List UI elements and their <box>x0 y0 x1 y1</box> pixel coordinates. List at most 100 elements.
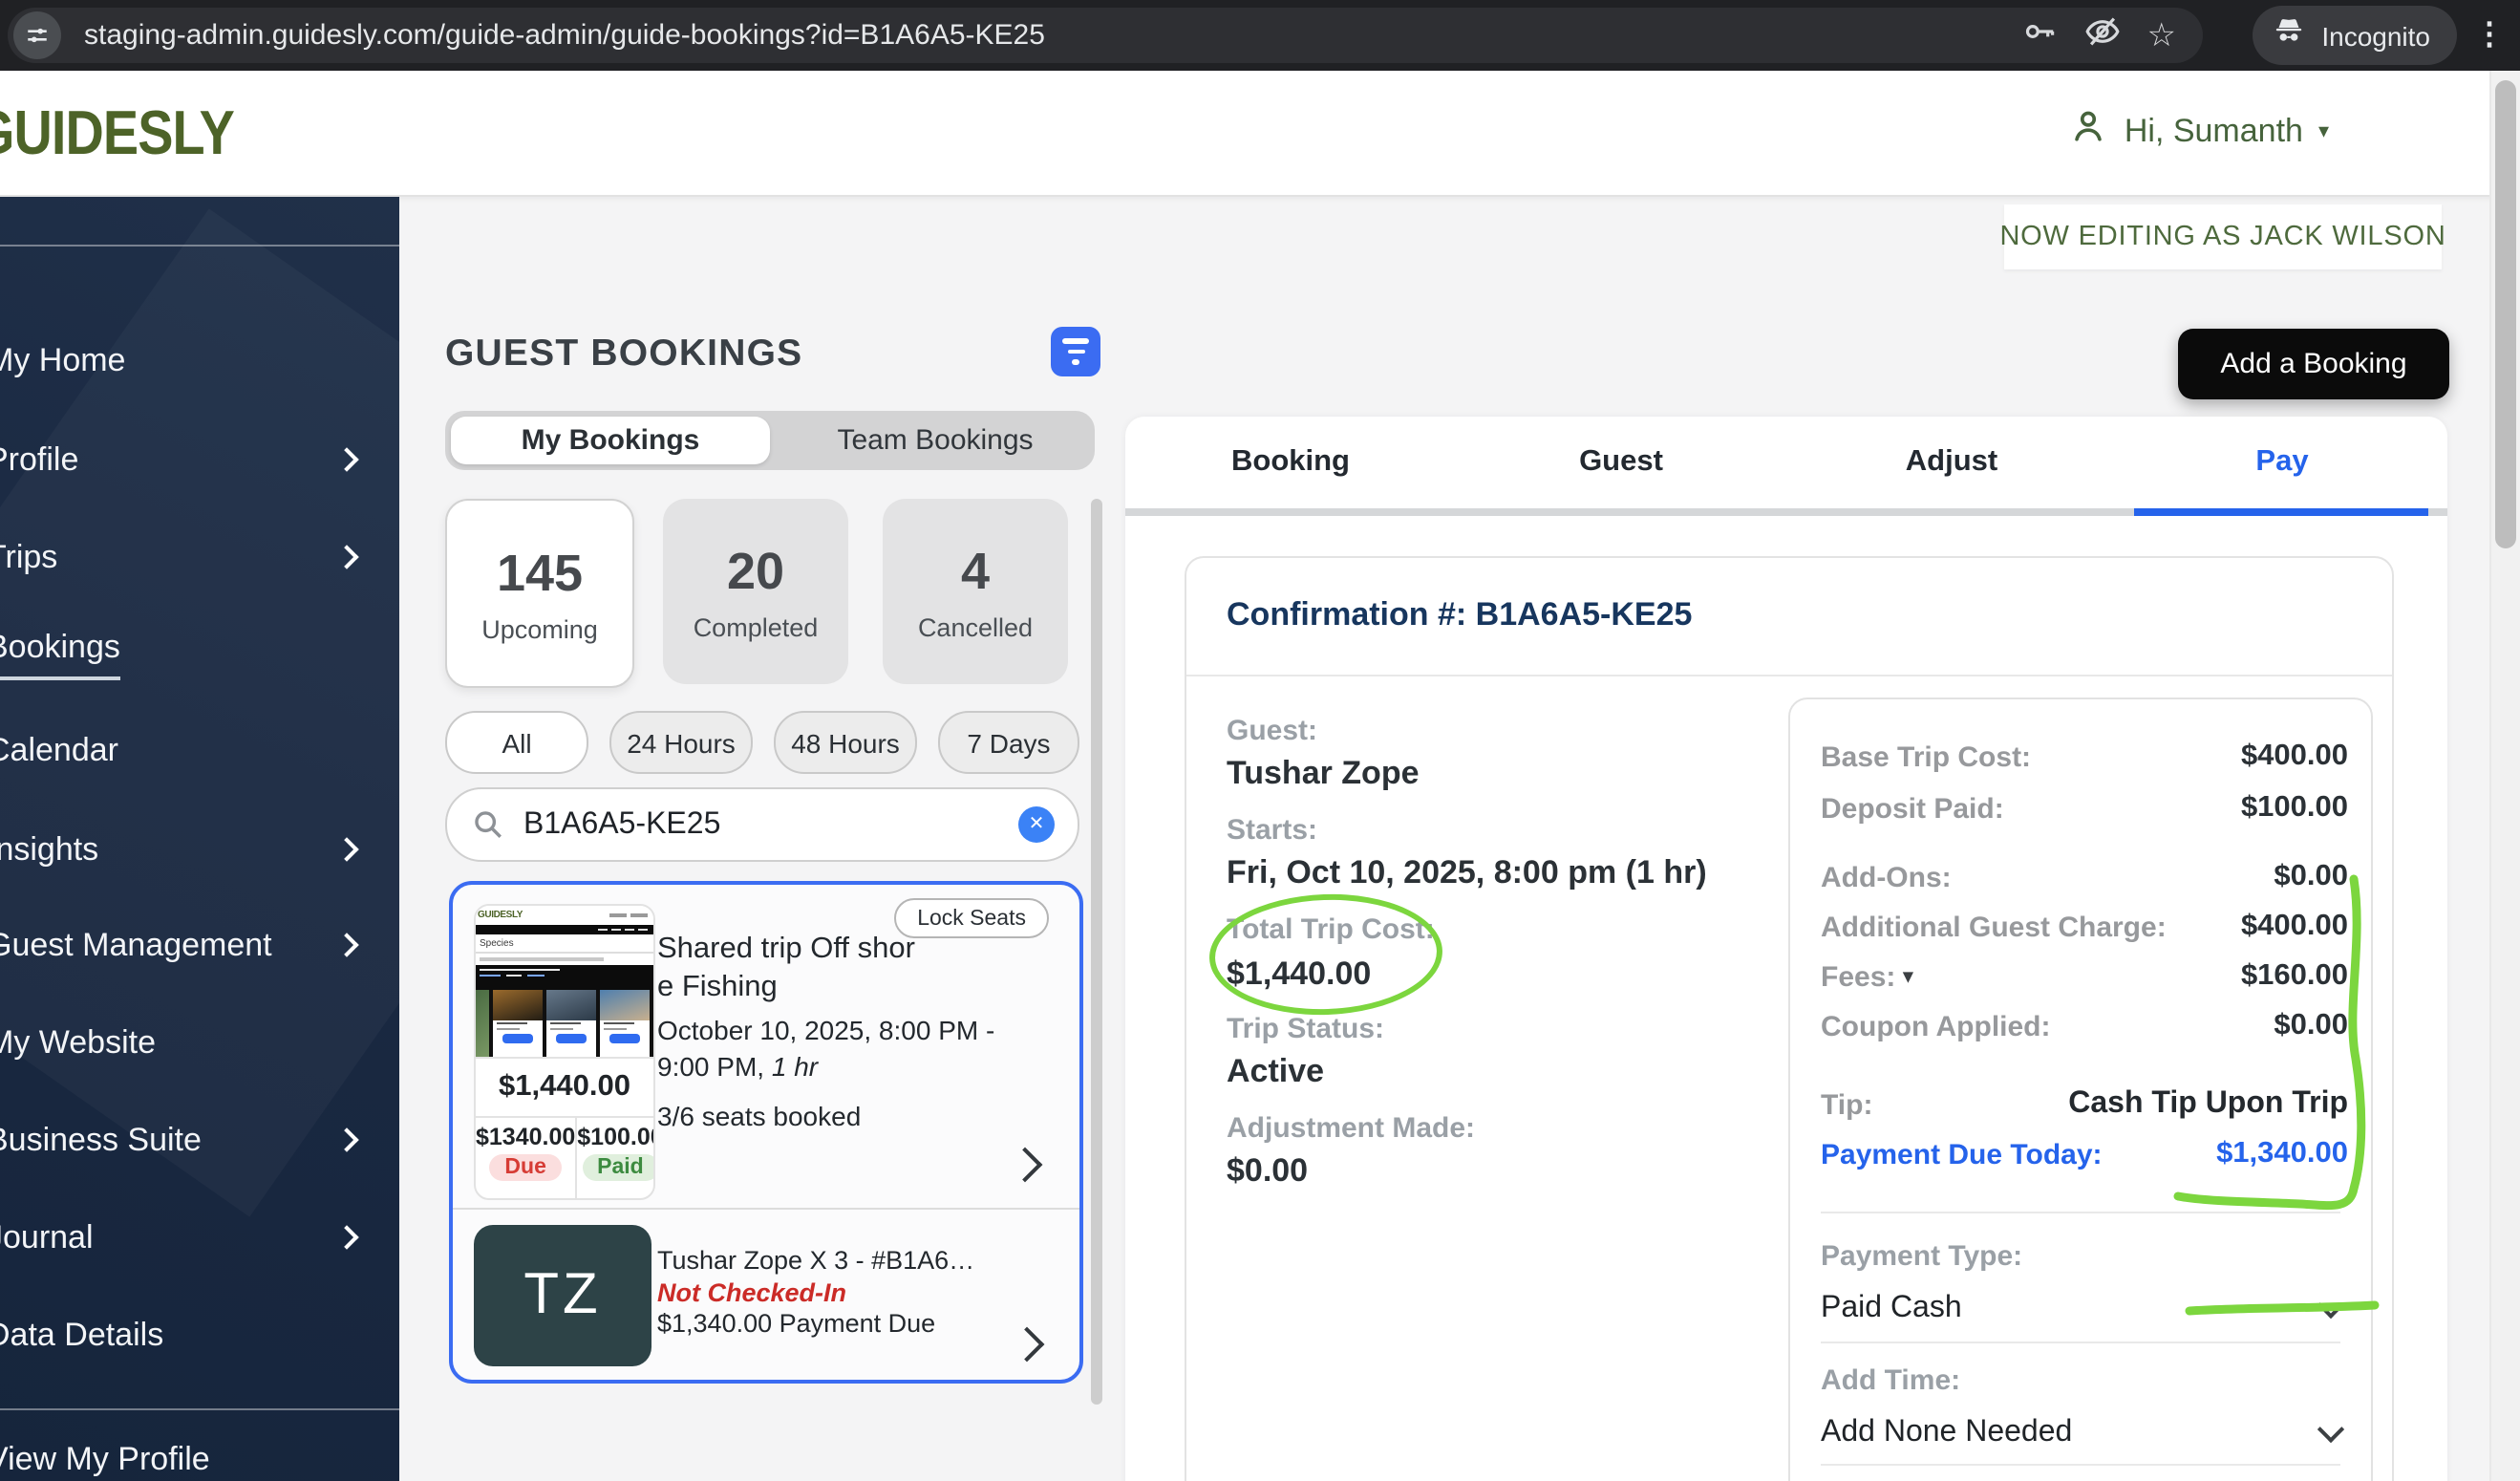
page-url[interactable]: staging-admin.guidesly.com/guide-admin/g… <box>84 19 2021 52</box>
adjustment-made-value: $0.00 <box>1227 1152 1309 1189</box>
divider <box>1186 675 2392 676</box>
stat-value: 145 <box>496 544 584 601</box>
due-status-badge: Due <box>489 1154 562 1181</box>
chevron-right-icon <box>334 545 359 569</box>
sidebar-nav: My Home Profile Trips Bookings Calendar … <box>0 197 399 1481</box>
trip-media-column: GUIDESLY Species $1,440.00 $1340.00 Due <box>474 904 655 1200</box>
payment-due-today-row: Payment Due Today: $1,340.00 <box>1821 1135 2348 1173</box>
filter-pill-all[interactable]: All <box>445 711 588 774</box>
app-header: GUIDESLY Hi, Sumanth ▾ <box>0 71 2520 197</box>
stat-card-upcoming[interactable]: 145 Upcoming <box>445 499 634 688</box>
add-ons-row: Add-Ons: $0.00 <box>1821 860 2348 893</box>
tab-booking[interactable]: Booking <box>1125 417 1456 508</box>
tab-pay[interactable]: Pay <box>2117 417 2447 508</box>
chevron-down-icon[interactable] <box>2317 1415 2345 1444</box>
tab-my-bookings[interactable]: My Bookings <box>451 417 770 464</box>
booking-card[interactable]: Lock Seats GUIDESLY Species $1,440.00 $1… <box>449 881 1083 1384</box>
active-tab-indicator <box>2134 508 2428 516</box>
sidebar-item-my-home[interactable]: My Home <box>0 338 399 384</box>
guest-label: Guest: <box>1227 715 1318 747</box>
trip-title-line1: Shared trip Off shor <box>657 933 915 965</box>
chevron-right-icon <box>334 837 359 862</box>
user-menu[interactable]: Hi, Sumanth ▾ <box>2067 105 2329 157</box>
sidebar-item-view-my-profile[interactable]: View My Profile <box>0 1437 399 1481</box>
editing-banner: NOW EDITING AS JACK WILSON <box>1999 204 2445 269</box>
sidebar-item-insights[interactable]: Insights <box>0 827 399 873</box>
add-time-select[interactable]: Add None Needed <box>1821 1416 2072 1450</box>
stat-label: Cancelled <box>917 612 1034 641</box>
seats-booked: 3/6 seats booked <box>657 1101 862 1131</box>
sidebar-item-guest-management[interactable]: Guest Management <box>0 923 399 969</box>
bookings-view-toggle: My Bookings Team Bookings <box>445 411 1095 470</box>
divider <box>1821 1212 2340 1213</box>
chevron-right-icon[interactable] <box>1007 1147 1043 1183</box>
filter-button[interactable] <box>1051 327 1100 376</box>
guest-value: Tushar Zope <box>1227 755 1420 791</box>
thumb-heading: Species <box>476 934 653 954</box>
thumb-brand: GUIDESLY <box>478 910 523 921</box>
sidebar-item-my-website[interactable]: My Website <box>0 1020 399 1066</box>
filter-pill-7-days[interactable]: 7 Days <box>938 711 1079 774</box>
incognito-label: Incognito <box>2321 20 2430 51</box>
booking-detail-panel: Booking Guest Adjust Pay Confirmation #:… <box>1125 417 2447 1481</box>
bookmark-star-icon[interactable]: ☆ <box>2147 19 2177 52</box>
incognito-icon <box>2272 13 2306 57</box>
chevron-right-icon <box>334 1225 359 1250</box>
sidebar-divider <box>0 245 399 247</box>
fees-caret-icon[interactable]: ▾ <box>1903 966 1912 987</box>
list-scrollbar[interactable] <box>1091 499 1102 1405</box>
browser-chrome: staging-admin.guidesly.com/guide-admin/g… <box>0 0 2520 71</box>
trip-info: Shared trip Off shor e Fishing October 1… <box>657 931 1049 1135</box>
sidebar-item-calendar[interactable]: Calendar <box>0 728 399 774</box>
tip-row: Tip: Cash Tip Upon Trip <box>1821 1085 2348 1124</box>
url-bar[interactable]: staging-admin.guidesly.com/guide-admin/g… <box>8 8 2203 63</box>
tab-guest[interactable]: Guest <box>1456 417 1786 508</box>
sidebar-item-journal[interactable]: Journal <box>0 1215 399 1261</box>
site-settings-icon[interactable] <box>13 11 61 59</box>
clear-search-icon[interactable]: ✕ <box>1018 806 1055 843</box>
guest-row[interactable]: TZ Tushar Zope X 3 - #B1A6… Not Checked-… <box>474 1225 1060 1370</box>
editing-banner-text: NOW EDITING AS JACK WILSON <box>1999 222 2446 252</box>
tab-team-bookings[interactable]: Team Bookings <box>776 424 1095 457</box>
password-key-icon[interactable] <box>2021 12 2058 58</box>
chevron-right-icon[interactable] <box>1009 1326 1045 1363</box>
search-box: ✕ <box>445 787 1079 862</box>
sidebar-item-profile[interactable]: Profile <box>0 438 399 483</box>
brand-logo[interactable]: GUIDESLY <box>0 97 235 170</box>
stat-value: 4 <box>960 542 991 599</box>
card-divider <box>453 1208 1079 1210</box>
stat-card-completed[interactable]: 20 Completed <box>663 499 848 684</box>
add-booking-button[interactable]: Add a Booking <box>2178 329 2449 399</box>
eye-off-icon[interactable] <box>2084 12 2121 58</box>
base-trip-cost-row: Base Trip Cost: $400.00 <box>1821 740 2348 773</box>
payment-type-select[interactable]: Paid Cash <box>1821 1292 1962 1326</box>
fees-row: Fees: ▾ $160.00 <box>1821 959 2348 993</box>
search-icon <box>472 808 504 841</box>
sidebar-item-bookings[interactable]: Bookings <box>0 628 399 679</box>
trip-date-line1: October 10, 2025, 8:00 PM - <box>657 1015 995 1045</box>
sidebar-item-trips[interactable]: Trips <box>0 535 399 581</box>
add-time-label: Add Time: <box>1821 1364 1961 1397</box>
trip-date-line2: 9:00 PM, 1 hr <box>657 1051 819 1082</box>
guest-name: Tushar Zope X 3 - #B1A6… <box>657 1246 975 1275</box>
trip-status-label: Trip Status: <box>1227 1013 1385 1045</box>
window-scrollbar-thumb[interactable] <box>2495 80 2516 548</box>
payment-type-label: Payment Type: <box>1821 1240 2023 1273</box>
trip-duration: 1 hr <box>771 1051 819 1082</box>
page-title: GUEST BOOKINGS <box>445 333 803 375</box>
person-icon <box>2067 105 2109 157</box>
additional-guest-charge-row: Additional Guest Charge: $400.00 <box>1821 910 2348 943</box>
guest-checkin-status: Not Checked-In <box>657 1277 847 1306</box>
filter-pill-48-hours[interactable]: 48 Hours <box>774 711 917 774</box>
tip-label: Tip: <box>1821 1088 1873 1121</box>
stat-card-cancelled[interactable]: 4 Cancelled <box>883 499 1068 684</box>
browser-menu-icon[interactable]: ⋮ <box>2474 15 2505 54</box>
total-trip-cost-label: Total Trip Cost: <box>1227 913 1435 946</box>
deposit-paid-row: Deposit Paid: $100.00 <box>1821 791 2348 825</box>
sidebar-item-data-details[interactable]: Data Details <box>0 1313 399 1359</box>
chevron-down-icon[interactable] <box>2317 1291 2345 1320</box>
search-input[interactable] <box>520 805 1018 844</box>
tab-adjust[interactable]: Adjust <box>1786 417 2117 508</box>
filter-pill-24-hours[interactable]: 24 Hours <box>609 711 753 774</box>
sidebar-item-business-suite[interactable]: Business Suite <box>0 1118 399 1164</box>
